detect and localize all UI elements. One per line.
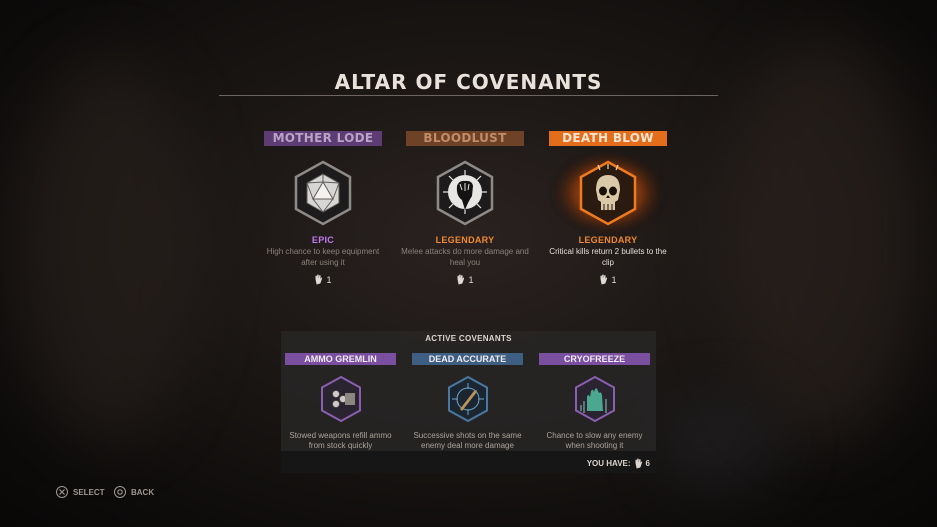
you-have-label: YOU HAVE:	[586, 459, 631, 468]
cost: 1	[406, 274, 524, 285]
covenant-name-banner: DEAD ACCURATE	[412, 353, 523, 365]
rarity-label: EPIC	[311, 235, 335, 245]
covenant-description: Critical kills return 2 bullets to the c…	[549, 247, 667, 267]
covenant-description: High chance to keep equipment after usin…	[266, 247, 380, 267]
active-covenant-ammo-gremlin: AMMO GREMLIN Stowed weapons refill ammo …	[285, 353, 396, 451]
select-hint[interactable]: SELECT	[56, 486, 105, 498]
background-blur	[720, 40, 920, 440]
covenant-offer-mother-lode[interactable]: MOTHER LODE EPIC High chance to keep equ…	[264, 131, 382, 285]
cost-value: 1	[326, 274, 332, 285]
skull-icon	[546, 147, 670, 239]
hand-currency-icon	[314, 274, 323, 285]
d20-dice-icon	[293, 160, 353, 226]
cost: 1	[549, 274, 667, 285]
panel-header: ACTIVE COVENANTS	[425, 334, 512, 343]
back-label: BACK	[131, 487, 155, 497]
fist-icon	[435, 160, 495, 226]
crosshair-bullet-icon	[446, 375, 490, 423]
covenant-description: Melee attacks do more damage and heal yo…	[401, 247, 529, 267]
covenant-offer-death-blow[interactable]: DEATH BLOW LEGENDARY Critical kills retu…	[546, 131, 670, 285]
covenant-description: Stowed weapons refill ammo from stock qu…	[289, 431, 392, 450]
covenant-name-banner: BLOODLUST	[406, 131, 524, 146]
you-have-count: 6	[645, 459, 650, 468]
covenant-description: Successive shots on the same enemy deal …	[413, 431, 522, 450]
select-label: SELECT	[73, 487, 105, 497]
active-covenant-dead-accurate: DEAD ACCURATE Successive shots on the sa…	[412, 353, 523, 451]
bullets-icon	[319, 375, 363, 423]
cross-button-icon	[56, 486, 68, 498]
background-blur	[20, 60, 200, 440]
circle-button-icon	[114, 486, 126, 498]
currency-count: YOU HAVE: 6	[587, 458, 650, 469]
covenant-description: Chance to slow any enemy when shooting i…	[546, 431, 643, 450]
cost-value: 1	[611, 274, 617, 285]
active-covenant-cryofreeze: CRYOFREEZE Chance to slow any enemy when…	[539, 353, 650, 451]
hand-currency-icon	[634, 458, 643, 469]
cost: 1	[264, 274, 382, 285]
covenant-offer-bloodlust[interactable]: BLOODLUST LEGENDARY Melee attacks do mor…	[401, 131, 529, 285]
covenant-name-banner: CRYOFREEZE	[539, 353, 650, 365]
background-blur	[660, 400, 780, 480]
active-covenants-panel: ACTIVE COVENANTS AMMO GREMLIN Stowed wea…	[281, 331, 656, 473]
covenant-name-banner: AMMO GREMLIN	[285, 353, 396, 365]
panel-footer: YOU HAVE: 6	[281, 451, 656, 473]
frozen-hand-icon	[573, 375, 617, 423]
covenant-name-banner: MOTHER LODE	[264, 131, 382, 146]
rarity-label: LEGENDARY	[435, 235, 495, 245]
covenant-name-banner: DEATH BLOW	[549, 131, 667, 146]
title-divider	[219, 95, 718, 96]
hand-currency-icon	[599, 274, 608, 285]
hand-currency-icon	[456, 274, 465, 285]
page-title: ALTAR OF COVENANTS	[334, 70, 603, 94]
cost-value: 1	[468, 274, 474, 285]
back-hint[interactable]: BACK	[114, 486, 154, 498]
